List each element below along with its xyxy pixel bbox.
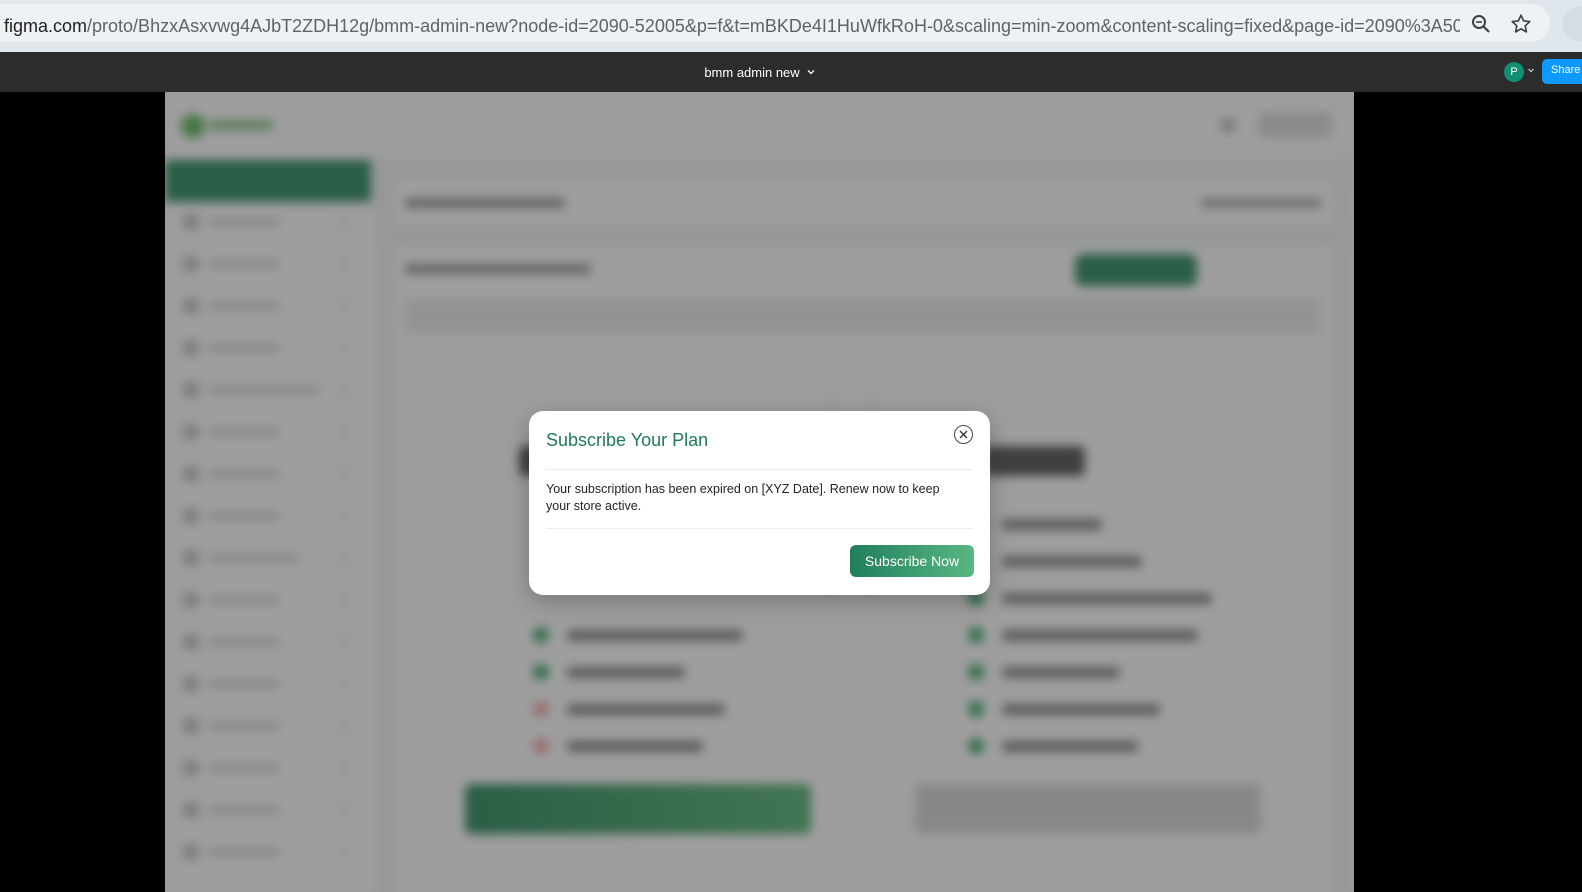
chevron-down-icon[interactable] — [1527, 66, 1535, 74]
avatar[interactable]: P — [1504, 62, 1524, 82]
chevron-down-icon — [807, 70, 815, 75]
modal-message: Your subscription has been expired on [X… — [546, 482, 940, 513]
divider — [546, 469, 973, 470]
url-text[interactable]: figma.com/proto/BhzxAsxvwg4AJbT2ZDH12g/b… — [4, 16, 1460, 37]
close-icon[interactable] — [954, 425, 973, 444]
share-button[interactable]: Share — [1542, 59, 1582, 84]
profile-button-edge[interactable] — [1562, 6, 1582, 42]
modal-title: Subscribe Your Plan — [546, 430, 709, 450]
divider — [546, 528, 973, 529]
file-name: bmm admin new — [704, 64, 800, 80]
zoom-icon[interactable] — [1469, 12, 1493, 36]
browser-address-bar: figma.com/proto/BhzxAsxvwg4AJbT2ZDH12g/b… — [0, 0, 1582, 52]
url-field[interactable]: figma.com/proto/BhzxAsxvwg4AJbT2ZDH12g/b… — [0, 4, 1550, 42]
file-name-menu[interactable]: bmm admin new — [0, 52, 1520, 92]
subscribe-plan-modal: Subscribe Your Plan Your subscription ha… — [529, 411, 990, 595]
star-icon[interactable] — [1509, 12, 1533, 36]
url-host: figma.com — [4, 16, 88, 36]
subscribe-now-button[interactable]: Subscribe Now — [850, 545, 974, 577]
figma-toolbar: bmm admin new — [0, 52, 1582, 92]
url-path: /proto/BhzxAsxvwg4AJbT2ZDH12g/bmm-admin-… — [87, 16, 1460, 36]
